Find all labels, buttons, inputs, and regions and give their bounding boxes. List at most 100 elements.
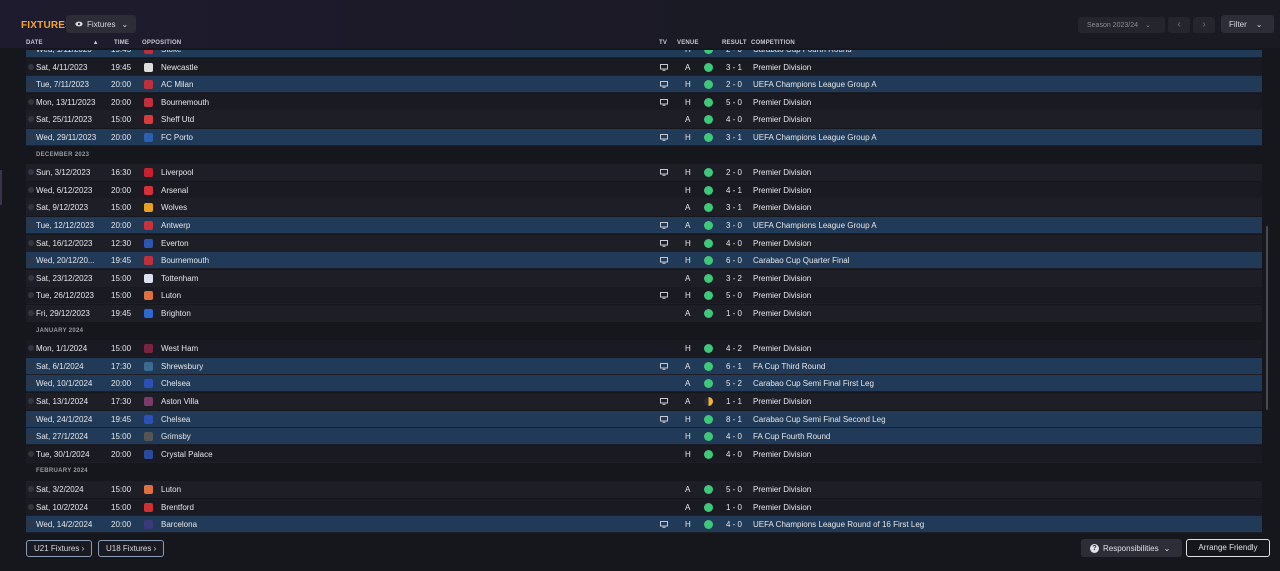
opposition-name: Bournemouth xyxy=(161,97,210,107)
venue: H xyxy=(685,291,691,301)
next-season-button[interactable]: › xyxy=(1193,17,1215,33)
fixture-time: 15:00 xyxy=(111,485,132,494)
club-crest-icon xyxy=(144,344,153,354)
fixture-row[interactable]: Tue, 30/1/2024 20:00 Crystal Palace H 4 - 0 P… xyxy=(26,445,1262,463)
venue: H xyxy=(685,80,691,90)
match-result: 3 - 1 xyxy=(726,203,743,213)
column-header-date-label: DATE xyxy=(26,40,43,46)
column-header-tv[interactable]: TV xyxy=(659,40,667,50)
arrange-friendly-button[interactable]: Arrange Friendly xyxy=(1186,539,1270,557)
fixture-time: 19:45 xyxy=(111,309,132,318)
tv-icon xyxy=(660,257,668,264)
fixture-row[interactable]: Sat, 10/2/2024 15:00 Brentford A 1 - 0 Premie… xyxy=(26,498,1262,516)
fixture-row[interactable]: Wed, 29/11/2023 20:00 FC Porto H 3 - 1 UEFA C… xyxy=(26,129,1262,146)
fixture-time: 20:00 xyxy=(111,80,132,90)
match-status-icon xyxy=(28,134,34,140)
venue: H xyxy=(685,238,691,248)
venue: A xyxy=(685,309,691,318)
match-result: 3 - 2 xyxy=(726,273,743,283)
fixture-date: Wed, 10/1/2024 xyxy=(36,379,93,389)
eye-icon xyxy=(75,21,83,27)
win-indicator-icon xyxy=(704,485,713,494)
match-status-icon xyxy=(28,257,34,264)
match-result: 4 - 0 xyxy=(726,449,743,459)
fixture-row[interactable]: Wed, 1/11/2023 19:45 Stoke H 2 - 0 Carabao Cu… xyxy=(26,50,1262,58)
match-result: 6 - 0 xyxy=(726,256,743,266)
match-status-icon xyxy=(28,292,34,299)
u21-fixtures-button[interactable]: U21 Fixtures › xyxy=(26,540,93,557)
column-header-venue[interactable]: VENUE xyxy=(677,40,699,50)
match-status-icon xyxy=(28,169,34,176)
win-indicator-icon xyxy=(704,520,713,530)
fixture-row[interactable]: Sat, 3/2/2024 15:00 Luton A 5 - 0 Premier Div… xyxy=(26,481,1262,498)
column-header-competition[interactable]: COMPETITION xyxy=(751,40,795,50)
fixture-date: Sat, 23/12/2023 xyxy=(36,273,93,283)
match-result: 5 - 0 xyxy=(726,485,743,494)
season-selector[interactable]: Season 2023/24 ⌄ xyxy=(1078,17,1165,33)
competition-name: UEFA Champions League Group A xyxy=(753,221,877,230)
fixture-row[interactable]: Sat, 27/1/2024 15:00 Grimsby H 4 - 0 FA Cup F… xyxy=(26,428,1262,446)
fixture-row[interactable]: Sat, 13/1/2024 17:30 Aston Villa A 1 - 1 Prem… xyxy=(26,393,1262,410)
fixture-row[interactable]: Sat, 4/11/2023 19:45 Newcastle A 3 - 1 Premie… xyxy=(26,58,1262,76)
fixture-row[interactable]: Wed, 24/1/2024 19:45 Chelsea H 8 - 1 Carabao … xyxy=(26,410,1262,428)
prev-season-button[interactable]: ‹ xyxy=(1168,17,1190,33)
fixture-time: 12:30 xyxy=(111,238,132,248)
fixture-row[interactable]: Tue, 12/12/2023 20:00 Antwerp A 3 - 0 UEFA Ch… xyxy=(26,217,1262,234)
match-status-icon xyxy=(28,116,34,123)
view-dropdown-button[interactable]: Fixtures ⌄ xyxy=(66,15,136,33)
fixture-time: 15:00 xyxy=(111,291,132,301)
competition-name: Premier Division xyxy=(753,273,812,283)
club-crest-icon xyxy=(144,502,153,512)
fixture-row[interactable]: Mon, 1/1/2024 15:00 West Ham H 4 - 2 Premier … xyxy=(26,340,1262,358)
responsibilities-button[interactable]: ? Responsibilities ⌄ xyxy=(1081,539,1182,557)
competition-name: UEFA Champions League Round of 16 First … xyxy=(753,520,925,530)
match-status-icon xyxy=(28,186,34,193)
fixture-row[interactable]: Sat, 9/12/2023 15:00 Wolves A 3 - 1 Premier D… xyxy=(26,199,1262,217)
fixture-row[interactable]: Wed, 14/2/2024 20:00 Barcelona H 4 - 0 UEFA C… xyxy=(26,516,1262,534)
fixture-date: Tue, 7/11/2023 xyxy=(36,80,89,90)
fixture-row[interactable]: Sun, 3/12/2023 16:30 Liverpool H 2 - 0 Premie… xyxy=(26,164,1262,182)
fixture-row[interactable]: Sat, 16/12/2023 12:30 Everton H 4 - 0 Premier… xyxy=(26,234,1262,252)
club-crest-icon xyxy=(144,309,153,318)
fixture-time: 17:30 xyxy=(111,361,132,371)
column-header-time[interactable]: TIME xyxy=(114,40,129,50)
opposition-name: FC Porto xyxy=(161,133,194,142)
match-status-icon xyxy=(28,98,34,105)
page-title: FIXTURES xyxy=(21,20,73,31)
competition-name: Premier Division xyxy=(753,62,812,72)
opposition-name: Wolves xyxy=(161,203,188,213)
competition-name: Premier Division xyxy=(753,485,812,494)
fixture-row[interactable]: Mon, 13/11/2023 20:00 Bournemouth H 5 - 0 Pre… xyxy=(26,93,1262,111)
win-indicator-icon xyxy=(704,414,713,424)
scrollbar[interactable] xyxy=(1266,226,1268,410)
fixture-row[interactable]: Sat, 6/1/2024 17:30 Shrewsbury A 6 - 1 FA Cup… xyxy=(26,357,1262,375)
venue: H xyxy=(685,414,691,424)
u18-fixtures-button[interactable]: U18 Fixtures › xyxy=(98,540,165,557)
filter-button[interactable]: Filter ⌄ xyxy=(1221,15,1274,33)
fixture-row[interactable]: Sat, 23/12/2023 15:00 Tottenham A 3 - 2 Premi… xyxy=(26,269,1262,287)
win-indicator-icon xyxy=(704,238,713,248)
column-header-date[interactable]: DATE ▲ xyxy=(26,40,99,50)
opposition-name: Sheff Utd xyxy=(161,115,195,125)
fixture-time: 16:30 xyxy=(111,168,132,178)
fixture-row[interactable]: Wed, 20/12/20... 19:45 Bournemouth H 6 - 0 Ca… xyxy=(26,252,1262,270)
fixture-row[interactable]: Tue, 7/11/2023 20:00 AC Milan H 2 - 0 UEFA Ch… xyxy=(26,76,1262,94)
fixture-date: Wed, 14/2/2024 xyxy=(36,520,93,530)
fixture-row[interactable]: Wed, 10/1/2024 20:00 Chelsea A 5 - 2 Carabao … xyxy=(26,375,1262,393)
sort-ascending-icon: ▲ xyxy=(92,40,99,46)
column-header-opposition[interactable]: OPPOSITION xyxy=(142,40,181,50)
fixture-row[interactable]: Wed, 6/12/2023 20:00 Arsenal H 4 - 1 Premier … xyxy=(26,181,1262,199)
fixture-row[interactable]: Fri, 29/12/2023 19:45 Brighton A 1 - 0 Premie… xyxy=(26,305,1262,322)
chevron-left-icon: ‹ xyxy=(1177,19,1181,30)
match-result: 1 - 0 xyxy=(726,309,743,318)
column-header-result[interactable]: RESULT xyxy=(722,40,747,50)
venue: H xyxy=(685,449,691,459)
fixture-row[interactable]: Sat, 25/11/2023 15:00 Sheff Utd A 4 - 0 Premi… xyxy=(26,111,1262,129)
win-indicator-icon xyxy=(704,133,713,142)
club-crest-icon xyxy=(144,185,153,195)
match-status-icon xyxy=(28,503,34,510)
fixture-row[interactable]: Tue, 26/12/2023 15:00 Luton H 5 - 0 Premier D… xyxy=(26,287,1262,305)
win-indicator-icon xyxy=(704,309,713,318)
fixtures-list: Wed, 1/11/2023 19:45 Stoke H 2 - 0 Carabao Cu… xyxy=(26,50,1262,538)
draw-indicator-icon xyxy=(704,397,713,406)
